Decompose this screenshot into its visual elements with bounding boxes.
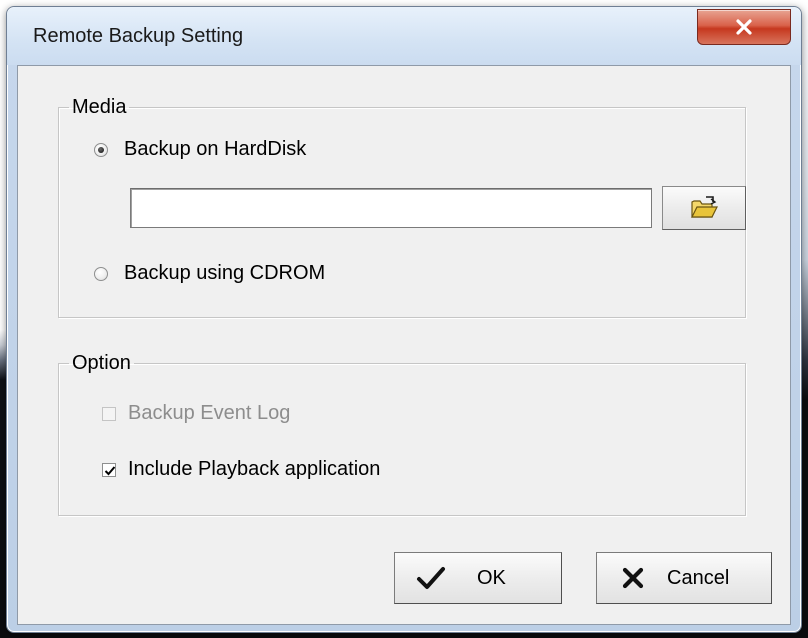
- close-icon: [736, 19, 752, 35]
- browse-folder-button[interactable]: [662, 186, 746, 230]
- ok-button[interactable]: OK: [394, 552, 562, 604]
- cancel-button[interactable]: Cancel: [596, 552, 772, 604]
- window-title: Remote Backup Setting: [33, 25, 244, 47]
- open-folder-icon: [691, 196, 718, 218]
- radio-button-harddisk[interactable]: [94, 142, 108, 157]
- radio-backup-harddisk[interactable]: Backup on HardDisk: [94, 138, 306, 161]
- ok-button-label: OK: [477, 566, 506, 589]
- radio-label-cdrom: Backup using CDROM: [124, 262, 326, 284]
- title-bar[interactable]: Remote Backup Setting: [7, 7, 801, 65]
- checkbox-event-log[interactable]: [102, 406, 116, 421]
- backup-path-input[interactable]: [130, 188, 652, 228]
- radio-backup-cdrom[interactable]: Backup using CDROM: [94, 262, 325, 285]
- dialog-client-area: Media Backup on HardDisk Backup using CD…: [17, 65, 791, 625]
- cross-icon: [622, 567, 644, 589]
- checkbox-backup-event-log[interactable]: Backup Event Log: [102, 402, 290, 425]
- radio-label-harddisk: Backup on HardDisk: [124, 138, 307, 160]
- option-group: Option: [58, 352, 746, 516]
- close-button[interactable]: [697, 9, 791, 45]
- checkbox-label-playback: Include Playback application: [128, 458, 381, 480]
- option-legend: Option: [72, 352, 131, 374]
- radio-button-cdrom[interactable]: [94, 266, 108, 281]
- checkbox-include-playback[interactable]: Include Playback application: [102, 458, 380, 481]
- remote-backup-dialog: Remote Backup Setting Media Backup on Ha…: [6, 6, 802, 633]
- checkmark-icon: [417, 567, 445, 589]
- checkbox-playback[interactable]: [102, 462, 116, 477]
- checkmark-small-icon: [104, 465, 116, 475]
- media-legend: Media: [72, 96, 127, 118]
- cancel-button-label: Cancel: [667, 566, 730, 589]
- checkbox-label-event-log: Backup Event Log: [128, 402, 291, 424]
